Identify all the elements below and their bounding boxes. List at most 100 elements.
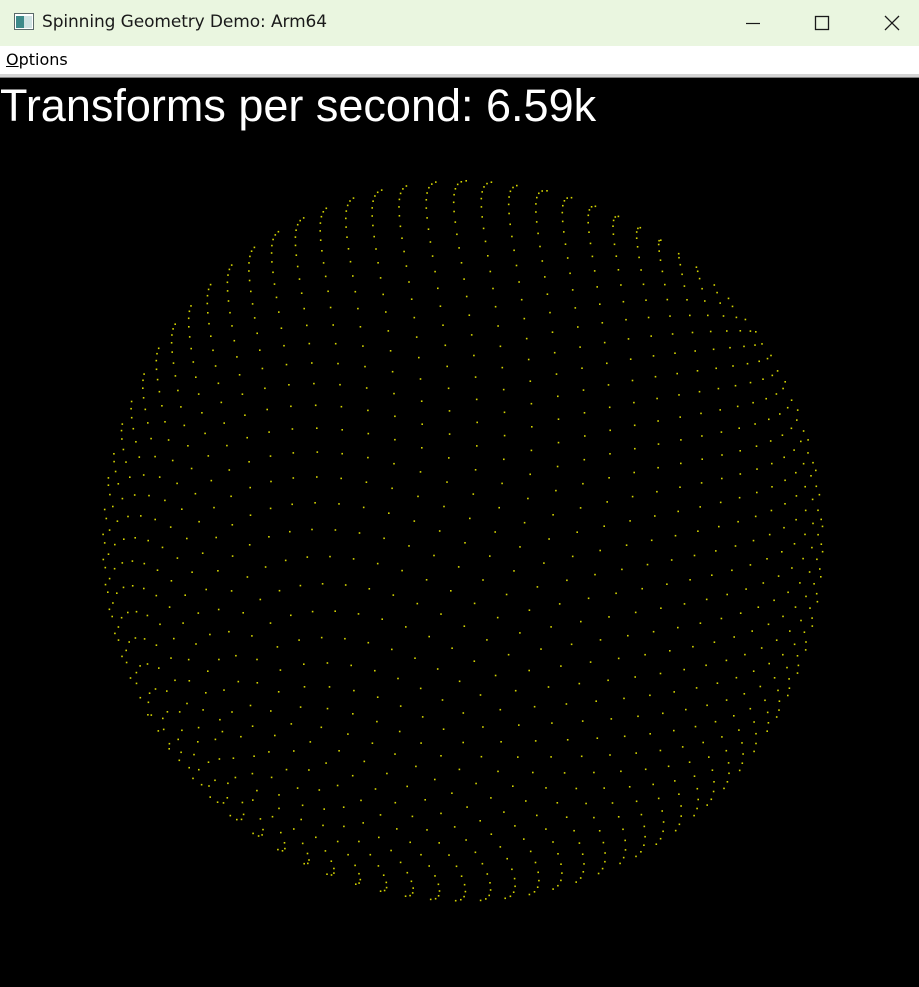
sphere-point [673, 729, 675, 732]
sphere-point [336, 840, 339, 843]
sphere-point [365, 481, 368, 483]
sphere-point [608, 477, 610, 479]
sphere-point [560, 879, 562, 882]
sphere-point [169, 526, 172, 528]
sphere-point [311, 610, 314, 613]
sphere-point [701, 458, 703, 460]
sphere-point [325, 207, 328, 210]
sphere-point [693, 775, 696, 777]
sphere-point [342, 806, 345, 808]
sphere-point [725, 659, 728, 662]
sphere-point [530, 449, 533, 452]
sphere-point [810, 475, 812, 477]
sphere-point [425, 199, 428, 201]
sphere-point [172, 362, 175, 364]
sphere-point [426, 217, 428, 219]
sphere-point [647, 316, 650, 319]
sphere-point [373, 235, 375, 238]
sphere-point [475, 782, 477, 785]
sphere-point [207, 455, 210, 457]
sphere-point [398, 206, 400, 208]
sphere-point [793, 543, 796, 545]
sphere-point [231, 524, 234, 526]
sphere-point [659, 259, 662, 261]
sphere-point [425, 207, 428, 209]
render-canvas[interactable]: Transforms per second: 6.59k [0, 78, 919, 987]
sphere-point [458, 680, 461, 683]
sphere-point [326, 662, 329, 664]
sphere-point [714, 720, 717, 723]
sphere-point [611, 802, 614, 804]
sphere-point [476, 445, 478, 447]
sphere-point [590, 206, 593, 208]
sphere-point [251, 725, 254, 727]
sphere-point [301, 804, 304, 807]
minimize-button[interactable] [718, 0, 788, 46]
sphere-point [171, 334, 173, 336]
sphere-point [143, 373, 145, 375]
sphere-point [754, 423, 756, 425]
sphere-point [440, 812, 442, 815]
sphere-point [103, 508, 106, 511]
sphere-point [303, 307, 305, 310]
sphere-point [448, 410, 451, 412]
sphere-point [696, 370, 699, 372]
sphere-point [214, 779, 216, 782]
sphere-point [506, 857, 508, 860]
sphere-point [470, 334, 473, 336]
sphere-point [558, 603, 561, 605]
sphere-point [261, 367, 264, 370]
sphere-point [272, 271, 274, 274]
sphere-point [489, 555, 491, 557]
sphere-point [207, 312, 209, 314]
sphere-point [104, 583, 107, 586]
sphere-point [783, 526, 785, 529]
sphere-point [519, 546, 521, 548]
sphere-point [340, 405, 343, 408]
sphere-point [757, 606, 760, 608]
sphere-point [405, 265, 408, 267]
maximize-button[interactable] [787, 0, 857, 46]
sphere-point [781, 434, 784, 436]
sphere-point [754, 515, 757, 518]
sphere-point [482, 227, 485, 230]
sphere-point [507, 653, 510, 656]
title-bar[interactable]: Spinning Geometry Demo: Arm64 [0, 0, 919, 46]
sphere-point [782, 653, 784, 656]
sphere-point [411, 815, 414, 818]
sphere-point [105, 517, 108, 520]
sphere-point [634, 447, 636, 450]
sphere-point [458, 768, 461, 771]
sphere-point [127, 515, 129, 518]
sphere-point [382, 874, 385, 876]
sphere-point [519, 632, 521, 634]
sphere-point [107, 484, 110, 486]
sphere-point [434, 875, 436, 877]
sphere-point [525, 337, 528, 340]
sphere-point [210, 479, 213, 482]
sphere-point [705, 664, 707, 667]
sphere-point [121, 438, 123, 440]
sphere-point [332, 324, 334, 326]
sphere-point [508, 212, 510, 215]
sphere-point [399, 192, 402, 195]
sphere-point [671, 333, 674, 335]
sphere-point [692, 645, 694, 648]
sphere-point [494, 531, 496, 533]
sphere-point [431, 255, 434, 257]
window-title: Spinning Geometry Demo: Arm64 [42, 12, 327, 32]
sphere-point [667, 765, 670, 768]
sphere-point [294, 236, 297, 238]
sphere-point [657, 420, 659, 422]
close-button[interactable] [857, 0, 919, 46]
sphere-point [111, 615, 113, 618]
sphere-point [561, 220, 564, 223]
sphere-point [587, 221, 589, 224]
menu-item-options[interactable]: Options [6, 50, 68, 69]
sphere-point [779, 413, 781, 415]
sphere-point [130, 416, 133, 419]
sphere-point [609, 754, 611, 756]
sphere-point [546, 293, 549, 295]
sphere-point [337, 362, 339, 365]
sphere-point [620, 284, 622, 286]
